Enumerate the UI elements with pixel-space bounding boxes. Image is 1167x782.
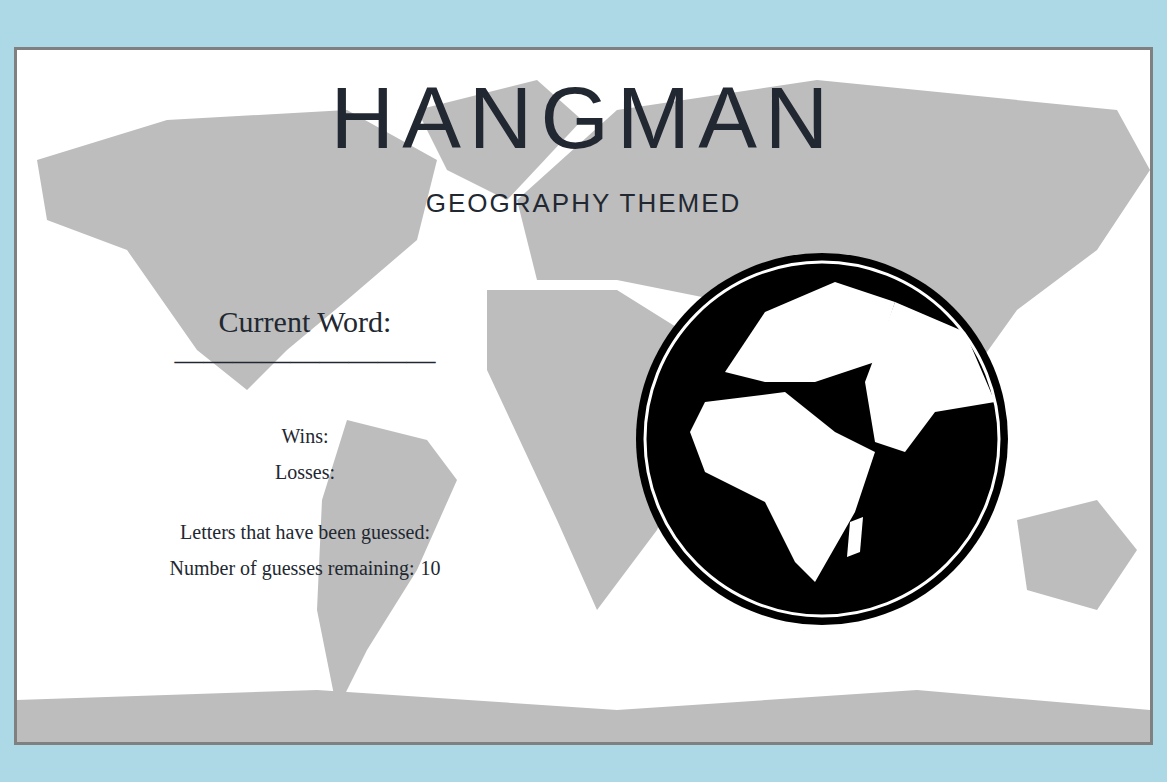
guesses-remaining-value: 10 bbox=[420, 550, 440, 586]
game-row: Current Word: ————————— Wins: Losses: Le… bbox=[17, 252, 1150, 626]
game-frame: HANGMAN GEOGRAPHY THEMED Current Word: —… bbox=[14, 47, 1153, 745]
current-word: ————————— bbox=[175, 342, 436, 378]
losses: Losses: bbox=[275, 454, 335, 490]
guesses-remaining: Number of guesses remaining:10 bbox=[170, 550, 441, 586]
page: HANGMAN GEOGRAPHY THEMED Current Word: —… bbox=[0, 0, 1167, 782]
guesses-remaining-label: Number of guesses remaining: bbox=[170, 550, 415, 586]
content: HANGMAN GEOGRAPHY THEMED Current Word: —… bbox=[17, 50, 1150, 626]
current-word-label: Current Word: bbox=[219, 252, 392, 340]
globe-icon bbox=[635, 252, 1009, 626]
status-panel: Current Word: ————————— Wins: Losses: Le… bbox=[17, 252, 593, 626]
globe bbox=[635, 252, 1009, 626]
title: HANGMAN bbox=[331, 50, 837, 162]
subtitle: GEOGRAPHY THEMED bbox=[426, 190, 742, 216]
guessed-letters: Letters that have been guessed: bbox=[180, 514, 430, 550]
wins: Wins: bbox=[282, 418, 329, 454]
